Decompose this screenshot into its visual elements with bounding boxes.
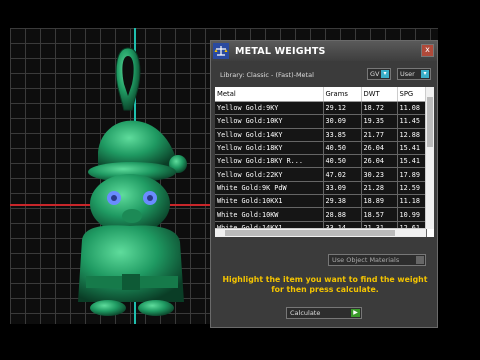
table-cell: 12.88 xyxy=(397,128,427,142)
table-row[interactable]: White Gold:9K PdW 33.09 21.28 12.59 xyxy=(215,181,427,196)
table-cell: 18.57 xyxy=(361,207,398,222)
table-row[interactable]: Yellow Gold:22KY 47.02 30.23 17.89 xyxy=(215,167,427,182)
table-row[interactable]: White Gold:10KW 28.88 18.57 10.99 xyxy=(215,207,427,222)
table-cell: White Gold:10KX1 xyxy=(215,194,324,209)
column-header-grams[interactable]: Grams xyxy=(323,87,362,102)
table-cell: Yellow Gold:22KY xyxy=(215,167,324,182)
scroll-thumb[interactable] xyxy=(427,97,433,147)
table-cell: 18.72 xyxy=(361,101,398,116)
close-icon[interactable]: x xyxy=(421,44,434,57)
table-cell: 11.45 xyxy=(397,114,427,129)
table-cell: 21.77 xyxy=(361,128,398,142)
table-cell: 33.85 xyxy=(323,128,362,142)
table-cell: White Gold:10KW xyxy=(215,207,324,222)
library-label: Library: Classic - (Fast)-Metal xyxy=(220,71,314,79)
scale-icon xyxy=(213,43,229,59)
calculate-button[interactable]: Calculate ▶ xyxy=(286,307,362,319)
vertical-scrollbar[interactable] xyxy=(425,87,434,229)
play-icon: ▶ xyxy=(351,309,360,317)
table-row[interactable]: Yellow Gold:18KY 40.50 26.04 15.41 xyxy=(215,141,427,156)
table-cell: 33.09 xyxy=(323,181,362,196)
table-row[interactable]: Yellow Gold:14KY 33.85 21.77 12.88 xyxy=(215,128,427,142)
table-cell: 29.38 xyxy=(323,194,362,209)
checkbox-icon[interactable] xyxy=(416,256,424,264)
calculate-label: Calculate xyxy=(290,309,321,317)
table-cell: 18.89 xyxy=(361,194,398,209)
user-label: User xyxy=(400,70,415,78)
panel-title: METAL WEIGHTS xyxy=(235,45,326,57)
table-cell: 30.09 xyxy=(323,114,362,129)
gv-dropdown[interactable]: GV ▾ xyxy=(367,68,391,80)
table-cell: 40.50 xyxy=(323,154,362,169)
table-cell: 28.88 xyxy=(323,207,362,222)
chevron-down-icon: ▾ xyxy=(381,70,389,78)
table-cell: 15.41 xyxy=(397,141,427,156)
table-cell: 30.23 xyxy=(361,167,398,182)
table-cell: Yellow Gold:14KY xyxy=(215,128,324,142)
table-cell: 47.02 xyxy=(323,167,362,182)
use-object-materials-label: Use Object Materials xyxy=(332,256,400,264)
metal-table[interactable]: Metal Grams DWT SPG Yellow Gold:9KY 29.12… xyxy=(215,87,434,237)
column-header-dwt[interactable]: DWT xyxy=(361,87,398,102)
table-header-row: Metal Grams DWT SPG xyxy=(215,87,427,102)
instruction-message: Highlight the item you want to find the … xyxy=(222,275,428,294)
table-cell: 12.59 xyxy=(397,181,427,196)
use-object-materials-option[interactable]: Use Object Materials xyxy=(328,254,426,266)
table-cell: 29.12 xyxy=(323,101,362,116)
user-dropdown[interactable]: User ▾ xyxy=(397,68,431,80)
table-row[interactable]: Yellow Gold:10KY 30.09 19.35 11.45 xyxy=(215,114,427,129)
table-row[interactable]: White Gold:10KX1 29.38 18.89 11.18 xyxy=(215,194,427,209)
column-header-spg[interactable]: SPG xyxy=(397,87,427,102)
chevron-down-icon: ▾ xyxy=(421,70,429,78)
horizontal-scrollbar[interactable] xyxy=(215,228,426,237)
table-cell: 17.89 xyxy=(397,167,427,182)
column-header-metal[interactable]: Metal xyxy=(215,87,324,102)
table-cell: Yellow Gold:18KY xyxy=(215,141,324,156)
table-cell: 26.04 xyxy=(361,141,398,156)
table-cell: Yellow Gold:9KY xyxy=(215,101,324,116)
table-cell: 19.35 xyxy=(361,114,398,129)
table-cell: 11.18 xyxy=(397,194,427,209)
metal-weights-panel: METAL WEIGHTS x Library: Classic - (Fast… xyxy=(210,40,438,328)
table-row[interactable]: Yellow Gold:9KY 29.12 18.72 11.08 xyxy=(215,101,427,116)
table-cell: 21.28 xyxy=(361,181,398,196)
gv-label: GV xyxy=(370,70,380,78)
table-row[interactable]: Yellow Gold:18KY R... 40.50 26.04 15.41 xyxy=(215,154,427,169)
table-cell: 40.50 xyxy=(323,141,362,156)
santa-pendant-model[interactable] xyxy=(58,40,198,320)
panel-titlebar[interactable]: METAL WEIGHTS x xyxy=(211,41,437,61)
scroll-thumb[interactable] xyxy=(225,230,395,236)
table-cell: 11.08 xyxy=(397,101,427,116)
table-cell: White Gold:9K PdW xyxy=(215,181,324,196)
table-cell: 26.04 xyxy=(361,154,398,169)
table-cell: Yellow Gold:18KY R... xyxy=(215,154,324,169)
table-cell: 15.41 xyxy=(397,154,427,169)
table-cell: 10.99 xyxy=(397,207,427,222)
table-cell: Yellow Gold:10KY xyxy=(215,114,324,129)
